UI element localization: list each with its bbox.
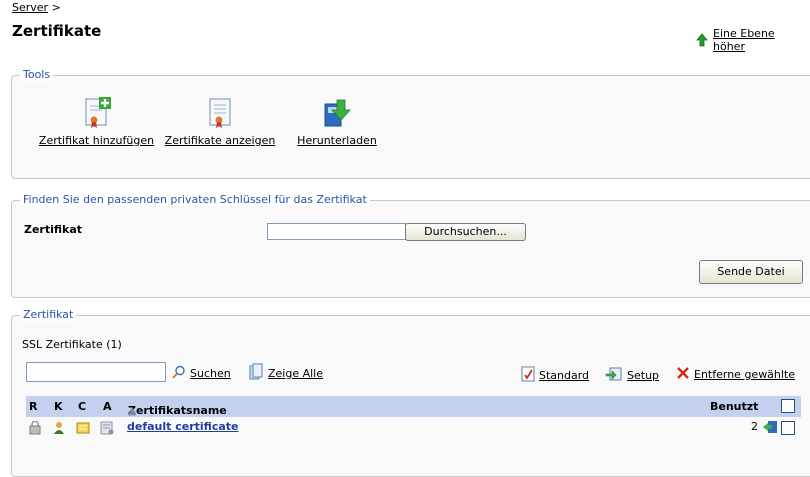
row-select-checkbox[interactable]	[781, 421, 795, 435]
tools-panel: Tools Zertifikat hinzufügen Zertifikate …	[11, 68, 810, 179]
setup-button[interactable]: Setup	[605, 366, 659, 385]
remove-selected-button[interactable]: Entferne gewählte	[676, 366, 795, 383]
private-key-icon	[28, 420, 42, 435]
magnifier-icon	[172, 365, 186, 382]
download-label[interactable]: Herunterladen	[297, 134, 377, 147]
certificate-field-label: Zertifikat	[24, 223, 83, 236]
certificate-view-icon[interactable]	[204, 96, 236, 130]
certificate-name-header[interactable]: Zertifikatsname	[128, 404, 227, 417]
table-row: default certificate 2	[26, 417, 801, 437]
certificates-panel: Zertifikat SSL Zertifikate (1) Suchen Ze…	[11, 308, 810, 477]
search-button[interactable]: Suchen	[172, 365, 231, 382]
setup-icon	[605, 366, 623, 385]
up-one-level-label[interactable]: Eine Ebene höher	[713, 27, 810, 53]
standard-icon	[521, 366, 535, 385]
key-finder-panel: Finden Sie den passenden privaten Schlüs…	[11, 193, 810, 298]
column-k: K	[54, 400, 63, 413]
certificate-name-link[interactable]: default certificate	[127, 420, 238, 433]
assign-arrow-icon[interactable]	[762, 420, 777, 434]
show-all-icon	[248, 363, 264, 384]
up-arrow-icon	[695, 33, 709, 47]
download-tool[interactable]: Herunterladen	[295, 96, 379, 147]
standard-button[interactable]: Standard	[521, 366, 589, 385]
delete-x-icon	[676, 366, 690, 383]
column-a: A	[103, 400, 112, 413]
view-certificates-label[interactable]: Zertifikate anzeigen	[165, 134, 276, 147]
sort-ascending-icon: ▲	[128, 404, 137, 417]
column-r: R	[29, 400, 38, 413]
grid-header: R K C A Zertifikatsname ▲ Benutzt	[26, 396, 801, 417]
send-file-button[interactable]: Sende Datei	[699, 260, 803, 284]
breadcrumb-server-link[interactable]: Server	[12, 1, 48, 14]
certificate-add-icon[interactable]	[81, 96, 113, 130]
certificate-owner-icon	[52, 421, 66, 435]
breadcrumb-separator: >	[51, 1, 61, 14]
show-all-button[interactable]: Zeige Alle	[248, 363, 323, 384]
search-input[interactable]	[26, 362, 166, 382]
certificates-legend: Zertifikat	[20, 308, 77, 321]
search-label[interactable]: Suchen	[190, 367, 231, 380]
download-icon[interactable]	[321, 96, 353, 130]
remove-selected-label[interactable]: Entferne gewählte	[694, 368, 795, 381]
used-count: 2	[751, 420, 758, 433]
add-certificate-label[interactable]: Zertifikat hinzufügen	[39, 134, 154, 147]
add-certificate-tool[interactable]: Zertifikat hinzufügen	[33, 96, 160, 147]
breadcrumb: Server >	[12, 1, 61, 14]
page-title: Zertifikate	[12, 22, 102, 40]
column-c: C	[78, 400, 87, 413]
browse-button[interactable]: Durchsuchen...	[405, 223, 526, 241]
show-all-label[interactable]: Zeige Alle	[268, 367, 323, 380]
certificate-icon	[76, 421, 90, 435]
standard-label[interactable]: Standard	[539, 369, 589, 382]
tools-legend: Tools	[20, 68, 54, 81]
authority-icon	[100, 421, 114, 435]
setup-label[interactable]: Setup	[627, 369, 659, 382]
view-certificates-tool[interactable]: Zertifikate anzeigen	[160, 96, 280, 147]
key-finder-legend: Finden Sie den passenden privaten Schlüs…	[20, 193, 370, 206]
ssl-list-title: SSL Zertifikate (1)	[22, 338, 122, 351]
up-one-level-link[interactable]: Eine Ebene höher	[695, 27, 810, 53]
column-used: Benutzt	[710, 400, 759, 413]
select-all-checkbox[interactable]	[781, 399, 795, 413]
certificate-file-input[interactable]	[267, 223, 406, 240]
